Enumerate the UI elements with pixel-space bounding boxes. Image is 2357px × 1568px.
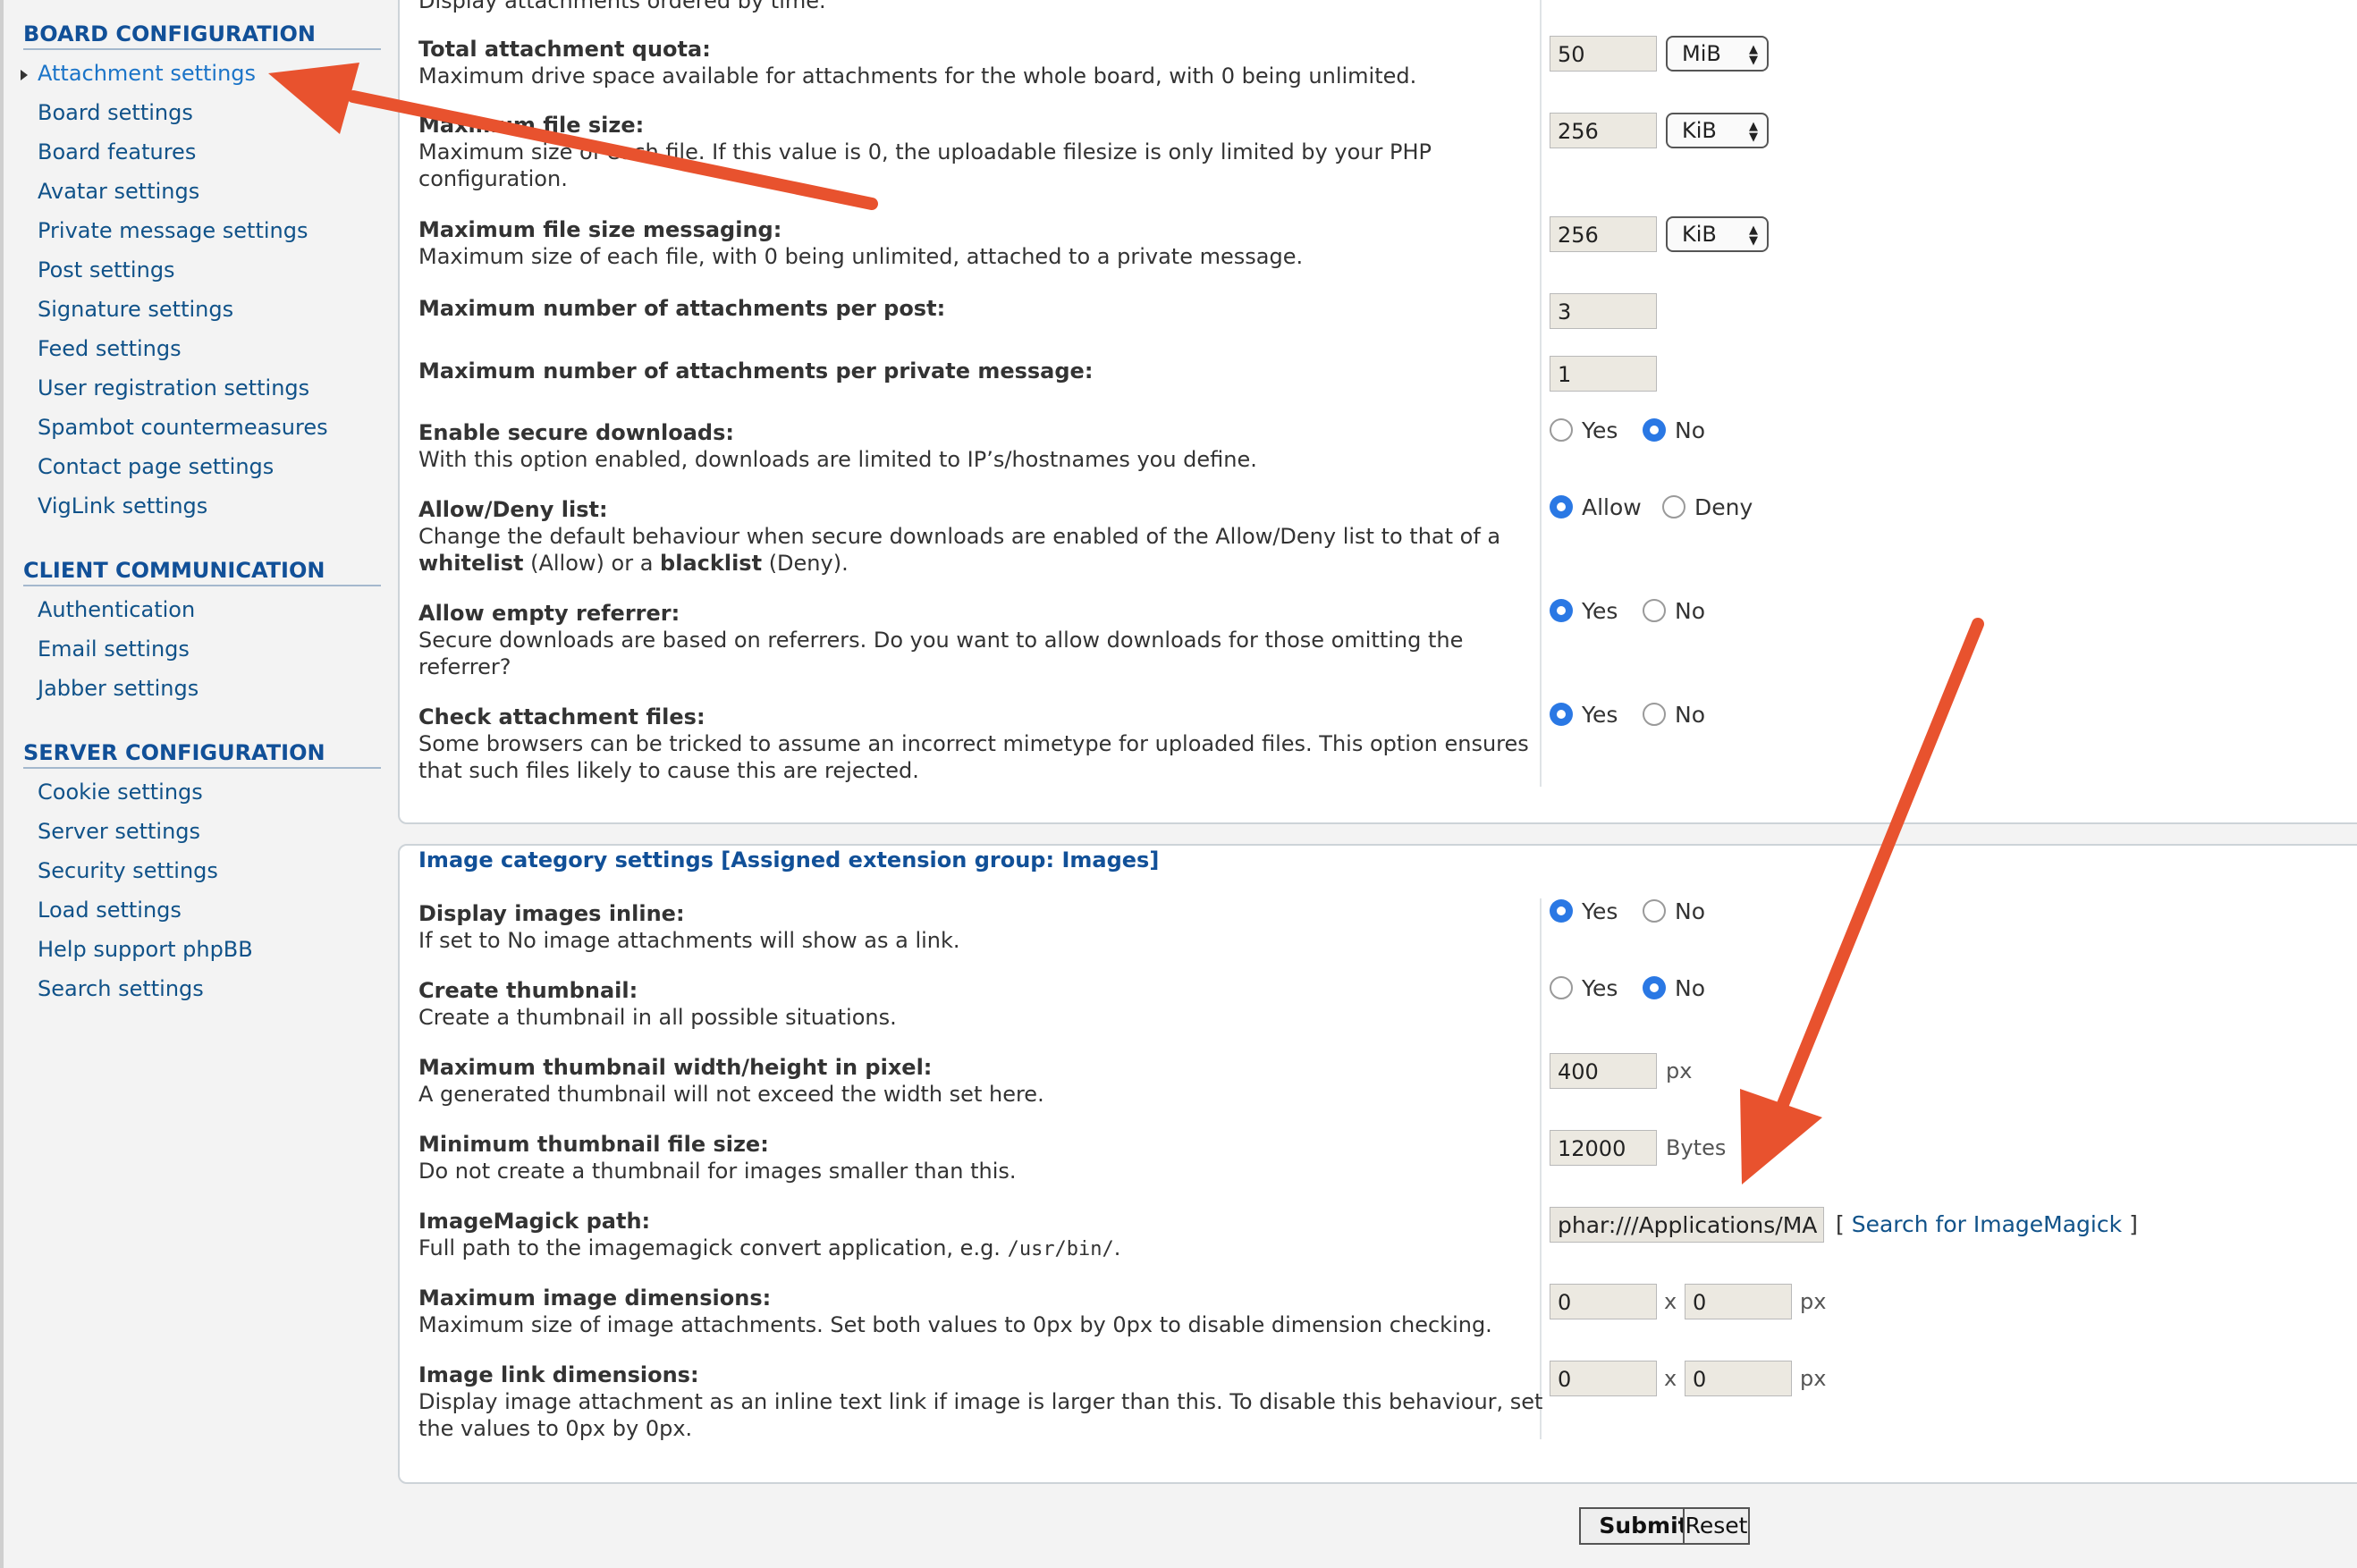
setting-image-link-dimensions: Image link dimensions: Display image att… (418, 1362, 1543, 1441)
setting-maximum-file-size: Maximum file size: Maximum size of each … (418, 113, 1432, 191)
quota-input[interactable]: 50 (1550, 36, 1657, 72)
menu-item-email-settings[interactable]: Email settings (38, 636, 190, 662)
menu-item-security-settings[interactable]: Security settings (38, 857, 218, 884)
max-dimensions-unit: px (1800, 1289, 1827, 1314)
max-attachments-input[interactable]: 3 (1550, 293, 1657, 329)
menu-item-cookie-settings[interactable]: Cookie settings (38, 779, 203, 805)
setting-check-attachment-files: Check attachment files: Some browsers ca… (418, 704, 1529, 783)
menu-item-contact-page-settings[interactable]: Contact page settings (38, 453, 274, 480)
setting-total-attachment-quota: Total attachment quota: Maximum drive sp… (418, 37, 1417, 89)
link-height-input[interactable]: 0 (1685, 1361, 1792, 1396)
menu-item-search-settings[interactable]: Search settings (38, 975, 204, 1002)
select-arrows-icon: ▲ ▼ (1749, 43, 1758, 67)
menu-heading-board-configuration: BOARD CONFIGURATION (23, 21, 381, 50)
setting-create-thumbnail: Create thumbnail: Create a thumbnail in … (418, 978, 897, 1030)
menu-item-signature-settings[interactable]: Signature settings (38, 296, 233, 323)
setting-maximum-file-size-messaging: Maximum file size messaging: Maximum siz… (418, 217, 1304, 269)
menu-item-private-message-settings[interactable]: Private message settings (38, 217, 308, 244)
times-separator: x (1664, 1289, 1677, 1314)
setting-display-images-inline: Display images inline: If set to No imag… (418, 901, 960, 953)
thumb-min-unit: Bytes (1666, 1135, 1727, 1160)
max-height-input[interactable]: 0 (1685, 1284, 1792, 1319)
menu-item-viglink-settings[interactable]: VigLink settings (38, 493, 207, 519)
menu-item-help-support-phpbb[interactable]: Help support phpBB (38, 936, 253, 963)
max-attachments-pm-input[interactable]: 1 (1550, 356, 1657, 392)
menu-item-board-features[interactable]: Board features (38, 139, 196, 165)
thumb-min-input[interactable]: 12000 (1550, 1130, 1657, 1166)
menu-item-jabber-settings[interactable]: Jabber settings (38, 675, 199, 702)
menu-item-post-settings[interactable]: Post settings (38, 257, 175, 283)
imagemagick-path-input[interactable]: phar:///Applications/MA (1550, 1207, 1824, 1243)
setting-imagemagick-path: ImageMagick path: Full path to the image… (418, 1208, 1545, 1263)
setting-max-attachments-per-pm: Maximum number of attachments per privat… (418, 358, 1094, 384)
select-arrows-icon: ▲ ▼ (1749, 120, 1758, 144)
menu-item-feed-settings[interactable]: Feed settings (38, 335, 182, 362)
link-dimensions-unit: px (1800, 1366, 1827, 1391)
menu-heading-server-configuration: SERVER CONFIGURATION (23, 740, 381, 769)
imagemagick-search: [ Search for ImageMagick ] (1836, 1211, 2138, 1237)
menu-item-load-settings[interactable]: Load settings (38, 897, 182, 923)
max-filesize-pm-input[interactable]: 256 (1550, 216, 1657, 252)
reset-button[interactable]: Reset (1683, 1507, 1750, 1545)
setting-max-thumbnail-size: Maximum thumbnail width/height in pixel:… (418, 1055, 1044, 1107)
setting-min-thumbnail-filesize: Minimum thumbnail file size: Do not crea… (418, 1132, 1017, 1184)
allow-deny-description: Change the default behaviour when secure… (418, 524, 1501, 576)
menu-item-board-settings[interactable]: Board settings (38, 99, 193, 126)
menu-item-attachment-settings[interactable]: Attachment settings (38, 60, 256, 87)
image-category-title: Image category settings [Assigned extens… (418, 847, 1160, 873)
setting-max-attachments-per-post: Maximum number of attachments per post: (418, 296, 946, 321)
search-imagemagick-link[interactable]: Search for ImageMagick (1852, 1211, 2122, 1237)
setting-allow-deny-list: Allow/Deny list: Change the default beha… (418, 496, 1545, 577)
setting-allow-empty-referrer: Allow empty referrer: Secure downloads a… (418, 601, 1464, 679)
max-filesize-pm-unit-select[interactable]: KiB ▲ ▼ (1666, 216, 1769, 252)
menu-item-spambot-countermeasures[interactable]: Spambot countermeasures (38, 414, 328, 441)
menu-item-authentication[interactable]: Authentication (38, 596, 195, 623)
sidebar: BOARD CONFIGURATION Attachment settings … (0, 0, 384, 1568)
setting-secure-downloads: Enable secure downloads: With this optio… (418, 420, 1257, 472)
active-bullet-icon (21, 70, 28, 80)
setting-max-image-dimensions: Maximum image dimensions: Maximum size o… (418, 1286, 1492, 1337)
menu-item-server-settings[interactable]: Server settings (38, 818, 200, 845)
top-cut-description: Display attachments ordered by time. (418, 0, 826, 13)
quota-unit-select[interactable]: MiB ▲ ▼ (1666, 36, 1769, 72)
max-filesize-input[interactable]: 256 (1550, 113, 1657, 148)
times-separator: x (1664, 1366, 1677, 1391)
menu-item-avatar-settings[interactable]: Avatar settings (38, 178, 199, 205)
link-width-input[interactable]: 0 (1550, 1361, 1657, 1396)
imagemagick-description: Full path to the imagemagick convert app… (418, 1235, 1121, 1260)
select-arrows-icon: ▲ ▼ (1749, 223, 1758, 248)
menu-item-user-registration-settings[interactable]: User registration settings (38, 375, 309, 401)
menu-heading-client-communication: CLIENT COMMUNICATION (23, 558, 381, 586)
thumb-max-unit: px (1666, 1058, 1693, 1083)
max-filesize-unit-select[interactable]: KiB ▲ ▼ (1666, 113, 1769, 148)
max-width-input[interactable]: 0 (1550, 1284, 1657, 1319)
thumb-max-input[interactable]: 400 (1550, 1053, 1657, 1089)
